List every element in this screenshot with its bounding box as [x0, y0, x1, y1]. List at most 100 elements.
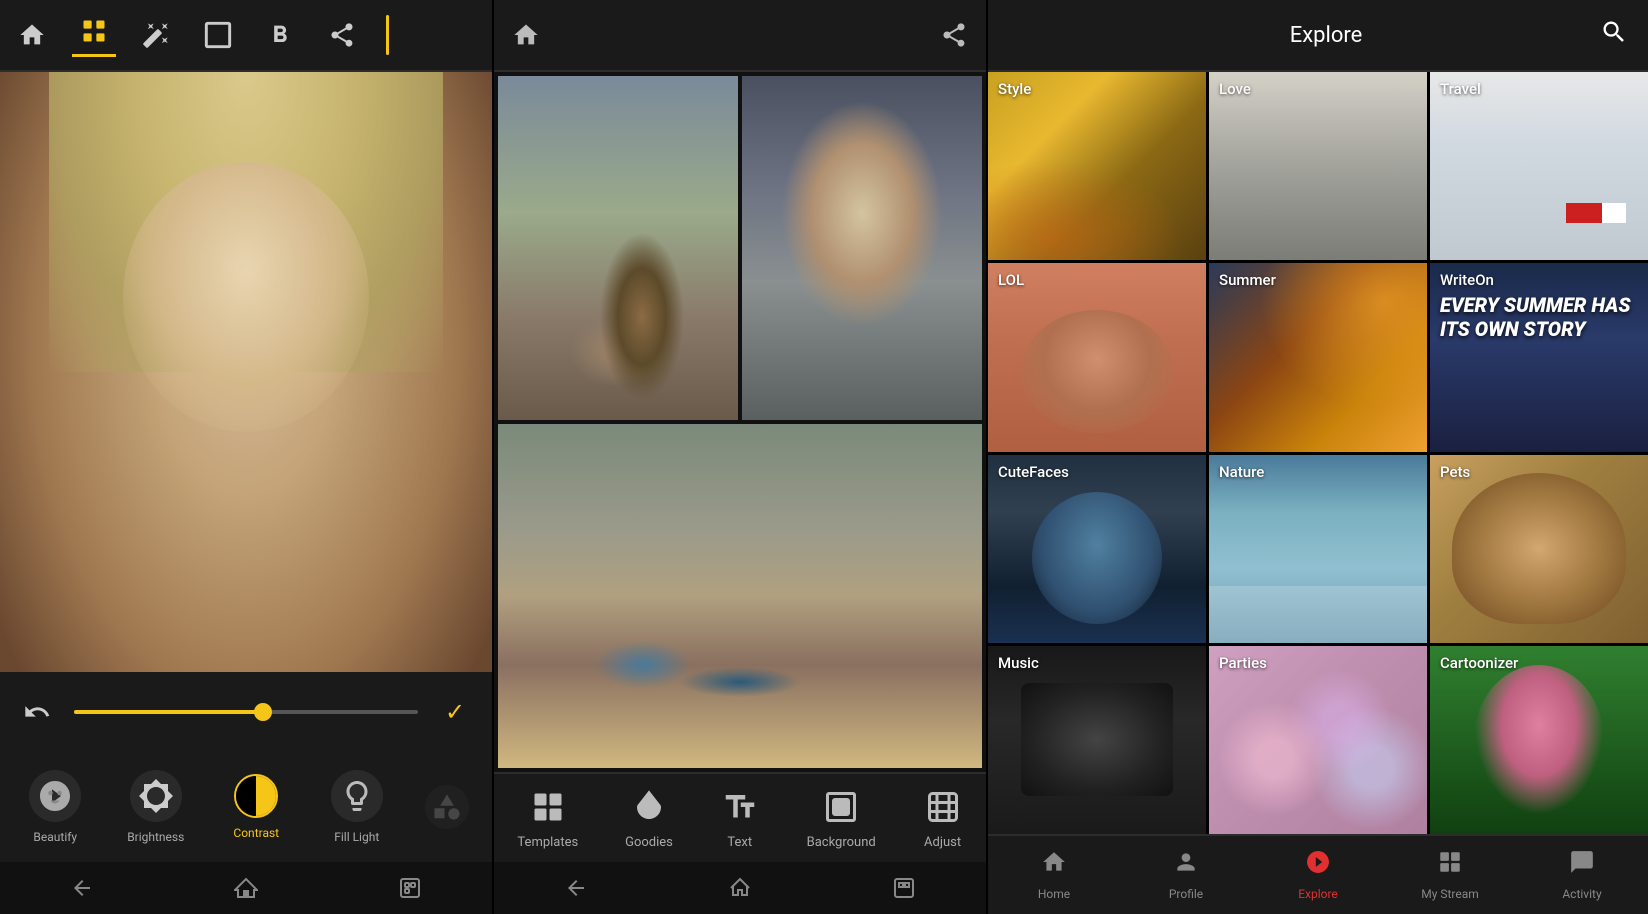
bold-icon[interactable] [258, 13, 302, 57]
nav-home-label: Home [1038, 887, 1070, 901]
nav-back-button[interactable] [52, 868, 112, 908]
cutefaces-face [1032, 492, 1163, 624]
templates-label: Templates [517, 835, 578, 850]
editor-tools: Beautify Brightness Contrast Fill [0, 752, 492, 862]
girl-image [742, 76, 982, 420]
editor-toolbar [0, 0, 492, 72]
collage-nav-back[interactable] [546, 868, 606, 908]
home-icon[interactable] [10, 13, 54, 57]
explore-cell-nature[interactable]: Nature [1209, 455, 1427, 643]
nav-explore-icon [1305, 849, 1331, 881]
text-tool[interactable]: Text [710, 781, 770, 856]
nav-profile-label: Profile [1169, 887, 1203, 901]
extra-tool[interactable] [407, 777, 487, 837]
explore-cell-pets[interactable]: Pets [1430, 455, 1648, 643]
templates-icon [528, 787, 568, 827]
explore-cell-love[interactable]: Love [1209, 72, 1427, 260]
filllight-tool[interactable]: Fill Light [307, 762, 408, 852]
share-icon[interactable] [320, 13, 364, 57]
collage-toolbar [494, 0, 986, 72]
collage-nav-home[interactable] [710, 868, 770, 908]
explore-cell-parties[interactable]: Parties [1209, 646, 1427, 834]
bicycle-image [498, 76, 738, 420]
nav-mystream-icon [1437, 849, 1463, 881]
nav-home-icon [1041, 849, 1067, 881]
music-guitar [1021, 683, 1174, 796]
explore-cell-summer[interactable]: Summer [1209, 263, 1427, 451]
collage-panel: Templates Goodies Text Background Adjust [494, 0, 988, 914]
explore-cell-lol[interactable]: LOL [988, 263, 1206, 451]
collage-cell-bicycle[interactable] [498, 76, 738, 420]
active-indicator [386, 15, 389, 55]
editor-nav [0, 862, 492, 914]
brightness-slider[interactable] [74, 710, 418, 714]
travel-label: Travel [1440, 80, 1481, 98]
nav-explore-item[interactable]: Explore [1252, 841, 1384, 909]
wand-icon[interactable] [134, 13, 178, 57]
extra-icon [425, 785, 469, 829]
frame-icon[interactable] [196, 13, 240, 57]
nav-home-item[interactable]: Home [988, 841, 1120, 909]
contrast-tool[interactable]: Contrast [206, 766, 307, 848]
explore-cell-writeon[interactable]: WriteOn EVERY SUMMER HAS ITS OWN STORY [1430, 263, 1648, 451]
boats-image [498, 424, 982, 768]
photo-content [0, 72, 492, 672]
collage-nav-recent[interactable] [874, 868, 934, 908]
beautify-label: Beautify [33, 830, 77, 844]
writeon-overlay-text: EVERY SUMMER HAS ITS OWN STORY [1440, 293, 1638, 341]
contrast-label: Contrast [233, 826, 279, 840]
adjust-label: Adjust [924, 835, 961, 850]
explore-cell-cartoonizer[interactable]: Cartoonizer [1430, 646, 1648, 834]
beautify-tool[interactable]: Beautify [5, 762, 106, 852]
nav-profile-icon [1173, 849, 1199, 881]
adjust-tool[interactable]: Adjust [913, 781, 973, 856]
explore-bottom-nav: Home Profile Explore My Stream Activity [988, 834, 1648, 914]
collage-home-icon[interactable] [504, 13, 548, 57]
explore-cell-style[interactable]: Style [988, 72, 1206, 260]
nav-activity-item[interactable]: Activity [1516, 841, 1648, 909]
background-icon [821, 787, 861, 827]
slider-thumb[interactable] [254, 703, 272, 721]
search-icon[interactable] [1600, 18, 1628, 52]
brightness-icon [130, 770, 182, 822]
brightness-tool[interactable]: Brightness [106, 762, 207, 852]
background-tool[interactable]: Background [797, 781, 886, 856]
nav-explore-label: Explore [1298, 887, 1338, 901]
nav-mystream-item[interactable]: My Stream [1384, 841, 1516, 909]
editor-panel: ✓ Beautify Brightness Contrast [0, 0, 494, 914]
lol-face [1021, 310, 1174, 432]
nature-label: Nature [1219, 463, 1264, 481]
nav-profile-item[interactable]: Profile [1120, 841, 1252, 909]
explore-cell-music[interactable]: Music [988, 646, 1206, 834]
collage-bottom-bar: Templates Goodies Text Background Adjust [494, 772, 986, 862]
explore-cell-cutefaces[interactable]: CuteFaces [988, 455, 1206, 643]
cartoonizer-label: Cartoonizer [1440, 654, 1518, 672]
templates-tool[interactable]: Templates [507, 781, 588, 856]
contrast-icon [234, 774, 278, 818]
brightness-label: Brightness [127, 830, 184, 844]
nav-home-button[interactable] [216, 868, 276, 908]
goodies-icon [629, 787, 669, 827]
background-label: Background [807, 835, 876, 850]
pets-label: Pets [1440, 463, 1470, 481]
filllight-label: Fill Light [334, 830, 379, 844]
explore-cell-travel[interactable]: Travel [1430, 72, 1648, 260]
collage-cell-girl[interactable] [742, 76, 982, 420]
confirm-button[interactable]: ✓ [433, 690, 477, 734]
cartoonizer-face [1474, 665, 1605, 816]
explore-header: Explore [988, 0, 1648, 72]
nav-activity-label: Activity [1562, 887, 1601, 901]
collage-cell-boats[interactable] [498, 424, 982, 768]
collage-nav [494, 862, 986, 914]
tools-icon[interactable] [72, 13, 116, 57]
nav-recent-button[interactable] [380, 868, 440, 908]
editor-controls: ✓ [0, 672, 492, 752]
collage-share-icon[interactable] [932, 13, 976, 57]
pets-cat [1452, 473, 1626, 624]
undo-button[interactable] [15, 690, 59, 734]
writeon-label: WriteOn [1440, 271, 1494, 289]
explore-grid: Style Love Travel LOL Summer WriteOn EVE… [988, 72, 1648, 834]
style-overlay [988, 147, 1206, 260]
lol-label: LOL [998, 271, 1024, 289]
goodies-tool[interactable]: Goodies [615, 781, 683, 856]
